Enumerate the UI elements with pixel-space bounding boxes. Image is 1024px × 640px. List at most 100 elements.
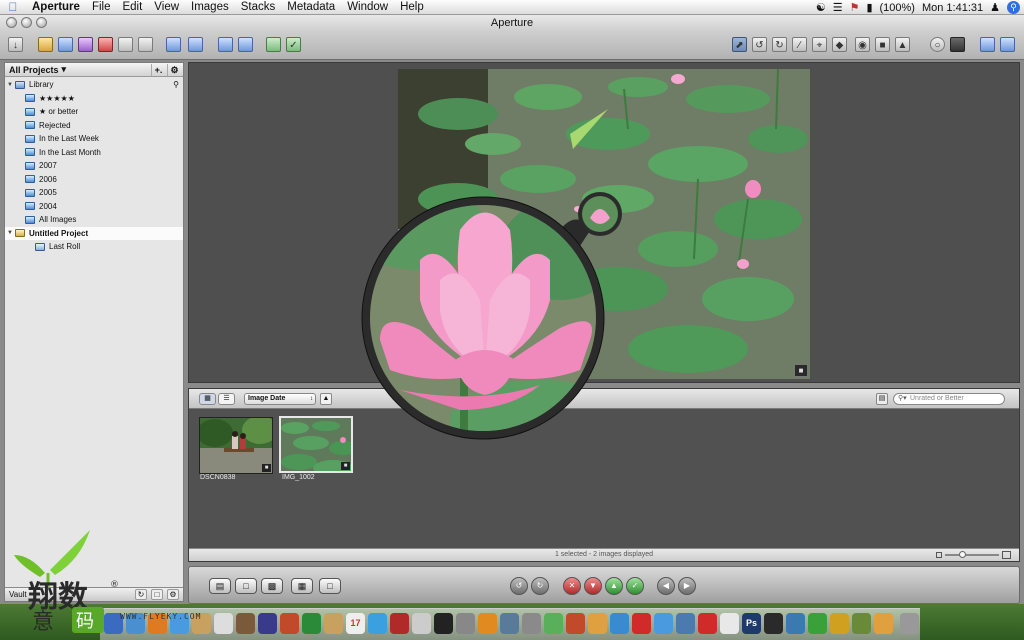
stickies-icon[interactable] (830, 613, 849, 634)
fullscreen-icon[interactable] (1000, 37, 1015, 52)
tree-album-2006[interactable]: 2006 (5, 173, 183, 187)
battery-icon[interactable]: ▮ (866, 1, 872, 14)
system-preferences-icon[interactable] (412, 613, 431, 634)
adjustments-icon[interactable] (166, 37, 181, 52)
vault-add-button[interactable]: □ (151, 589, 163, 600)
time-machine-icon[interactable]: ☯ (816, 1, 826, 14)
select-button[interactable]: ✓ (626, 577, 644, 595)
menu-window[interactable]: Window (341, 1, 394, 13)
sort-popup[interactable]: Image Date ↕ (244, 393, 316, 405)
thumbnail-dscn0838[interactable]: ■ (199, 417, 273, 474)
show-keywords-button[interactable]: ▩ (261, 578, 283, 594)
adobe-reader-icon[interactable] (698, 613, 717, 634)
photoshop-icon[interactable]: Ps (742, 613, 761, 634)
hud-icon[interactable] (950, 37, 965, 52)
viewer-mode-button[interactable]: ▤ (209, 578, 231, 594)
preview-icon[interactable] (214, 613, 233, 634)
projects-panel-title[interactable]: All Projects (9, 65, 59, 75)
sort-direction-icon[interactable]: ▲ (320, 393, 332, 405)
compare-icon[interactable] (266, 37, 281, 52)
rotate-left-tool-icon[interactable]: ↺ (752, 37, 767, 52)
tree-album-5-stars[interactable]: ★★★★★ (5, 92, 183, 106)
tree-library[interactable]: ▼ Library ⚲ (5, 78, 183, 92)
aperture-icon[interactable] (456, 613, 475, 634)
imovie-icon[interactable] (258, 613, 277, 634)
user-icon[interactable]: ♟ (990, 1, 1000, 14)
thumbnail-img-1002[interactable]: ■ (279, 416, 353, 473)
new-folder-icon[interactable] (58, 37, 73, 52)
disclosure-triangle-icon[interactable]: ▼ (5, 82, 15, 88)
tree-album-last-month[interactable]: In the Last Month (5, 146, 183, 160)
mail-icon[interactable] (654, 613, 673, 634)
new-album-icon[interactable] (78, 37, 93, 52)
terminal-icon[interactable] (434, 613, 453, 634)
menu-file[interactable]: File (86, 1, 117, 13)
spaces-icon[interactable] (544, 613, 563, 634)
decrease-rating-button[interactable]: ▼ (584, 577, 602, 595)
menu-app-name[interactable]: Aperture (26, 1, 86, 13)
reject-button[interactable]: ✕ (563, 577, 581, 595)
tree-album-rejected[interactable]: Rejected (5, 119, 183, 133)
search-icon[interactable]: ⚲ (173, 80, 179, 89)
crop-tool-icon[interactable]: ⌖ (812, 37, 827, 52)
grid-view-icon[interactable]: ▦ (199, 393, 216, 405)
acrobat-icon[interactable] (632, 613, 651, 634)
straighten-tool-icon[interactable]: ∕ (792, 37, 807, 52)
wifi-icon[interactable]: ☰ (833, 1, 843, 14)
chevron-down-icon[interactable]: ▾ (62, 64, 67, 75)
tree-album-2007[interactable]: 2007 (5, 159, 183, 173)
tree-album-1-star[interactable]: ★ or better (5, 105, 183, 119)
query-hud-icon[interactable]: ▤ (876, 393, 888, 405)
app-store-icon[interactable] (368, 613, 387, 634)
unstack-icon[interactable] (238, 37, 253, 52)
textwrangler-icon[interactable] (610, 613, 629, 634)
filter-search-field[interactable]: ⚲▾ Unrated or Better (893, 393, 1005, 405)
itunes-icon[interactable] (302, 613, 321, 634)
ical-icon[interactable]: 17 (346, 613, 365, 634)
grab-icon[interactable] (852, 613, 871, 634)
loupe-overlay[interactable] (360, 190, 630, 455)
import-icon[interactable]: ↓ (8, 37, 23, 52)
adium-icon[interactable] (808, 613, 827, 634)
photo-booth-icon[interactable] (324, 613, 343, 634)
tree-project[interactable]: ▼ Untitled Project (5, 226, 183, 240)
thumbnail-size-slider[interactable] (936, 551, 1011, 559)
tree-album-2005[interactable]: 2005 (5, 186, 183, 200)
flash-icon[interactable] (390, 613, 409, 634)
vlc-icon[interactable] (478, 613, 497, 634)
close-window-button[interactable] (6, 17, 17, 28)
menu-stacks[interactable]: Stacks (235, 1, 282, 13)
stack-icon[interactable] (218, 37, 233, 52)
tree-album-2004[interactable]: 2004 (5, 200, 183, 214)
slider-track[interactable] (945, 551, 999, 558)
slider-knob[interactable] (959, 551, 966, 558)
tree-album-all-images[interactable]: All Images (5, 213, 183, 227)
red-eye-tool-icon[interactable]: ◉ (855, 37, 870, 52)
coda-icon[interactable] (588, 613, 607, 634)
new-web-gallery-icon[interactable] (138, 37, 153, 52)
new-light-table-icon[interactable] (118, 37, 133, 52)
list-view-icon[interactable]: ☰ (218, 393, 235, 405)
menu-help[interactable]: Help (394, 1, 430, 13)
viewer-mode-icon[interactable] (980, 37, 995, 52)
zoom-window-button[interactable] (36, 17, 47, 28)
flag-icon[interactable]: ⚑ (850, 1, 860, 14)
inspector-icon[interactable] (188, 37, 203, 52)
previous-image-button[interactable]: ◀ (657, 577, 675, 595)
show-metadata-button[interactable]: □ (235, 578, 257, 594)
rotate-left-button[interactable]: ↺ (510, 577, 528, 595)
new-project-icon[interactable] (38, 37, 53, 52)
menu-clock[interactable]: Mon 1:41:31 (922, 2, 983, 14)
network-utility-icon[interactable] (500, 613, 519, 634)
pointer-tool-icon[interactable]: ⬈ (732, 37, 747, 52)
new-book-icon[interactable] (98, 37, 113, 52)
secondary-viewer-button[interactable]: □ (319, 578, 341, 594)
tree-album-last-week[interactable]: In the Last Week (5, 132, 183, 146)
textedit-icon[interactable] (720, 613, 739, 634)
gear-icon[interactable]: ⚙ (167, 64, 181, 76)
gear-icon[interactable]: ⚙ (167, 589, 179, 600)
rotate-right-button[interactable]: ↻ (531, 577, 549, 595)
disclosure-triangle-icon[interactable]: ▼ (5, 230, 15, 236)
trash-icon[interactable] (900, 613, 919, 634)
select-icon[interactable]: ✓ (286, 37, 301, 52)
